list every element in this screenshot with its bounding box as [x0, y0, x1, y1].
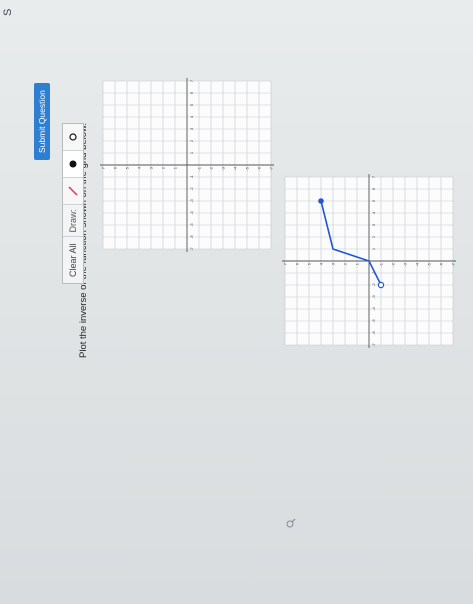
y-tick-label: 1	[173, 166, 178, 169]
y-tick-label: -7	[451, 262, 456, 266]
y-tick-label: -5	[245, 166, 250, 170]
y-tick-label: -2	[391, 262, 396, 266]
x-tick-label: 3	[189, 127, 194, 130]
y-tick-label: -3	[403, 262, 408, 266]
y-tick-label: 1	[355, 262, 360, 265]
x-tick-label: 2	[371, 235, 376, 238]
given-function-graph: -7 -6 -5 -4 -3 -2 -1 1 2 3 4 5 6 7 -7 -6 -5 -4 -3 -2 -1 1 2 3 4 5…	[278, 170, 460, 352]
y-tick-label: 2	[343, 262, 348, 265]
y-tick-label: 3	[331, 262, 336, 265]
y-tick-label: 6	[113, 166, 118, 169]
x-tick-label: 7	[371, 175, 376, 178]
x-tick-label: 2	[189, 139, 194, 142]
x-tick-label: 3	[371, 223, 376, 226]
y-tick-label: 7	[283, 262, 288, 265]
page: S Plot the inverse of the function shown…	[0, 0, 473, 604]
y-tick-label: 5	[125, 166, 130, 169]
x-tick-label: 6	[371, 187, 376, 190]
line-segment-tool[interactable]	[63, 177, 83, 205]
x-tick-label: -6	[371, 330, 376, 334]
y-tick-label: 5	[307, 262, 312, 265]
y-tick-label: 7	[101, 166, 106, 169]
submit-question-button[interactable]: Submit Question	[34, 83, 50, 160]
open-endpoint	[377, 281, 385, 289]
y-tick-label: -3	[221, 166, 226, 170]
magnify-icon[interactable]	[286, 518, 296, 528]
y-tick-label: -4	[233, 166, 238, 170]
y-tick-label: -1	[379, 262, 384, 266]
x-tick-label: -2	[189, 186, 194, 190]
x-tick-label: -3	[371, 294, 376, 298]
y-tick-label: -2	[209, 166, 214, 170]
x-tick-label: 4	[371, 211, 376, 214]
y-tick-label: 4	[137, 166, 142, 169]
draw-toolbar: Clear All Draw:	[62, 122, 84, 284]
x-tick-label: -1	[189, 174, 194, 178]
y-tick-label: -6	[257, 166, 262, 170]
x-tick-label: 7	[189, 79, 194, 82]
y-tick-label: -1	[197, 166, 202, 170]
y-tick-label: 3	[149, 166, 154, 169]
closed-endpoint	[318, 198, 324, 204]
y-tick-label: -5	[427, 262, 432, 266]
answer-graph[interactable]: -7 -6 -5 -4 -3 -2 -1 1 2 3 4 5 6 7 -7 -6 -5 -4 -3 -2 -1 1 2 3 4 5…	[96, 74, 278, 256]
x-tick-label: -5	[371, 318, 376, 322]
x-tick-label: 6	[189, 91, 194, 94]
x-tick-label: -6	[189, 234, 194, 238]
x-tick-label: -5	[189, 222, 194, 226]
x-tick-label: -2	[371, 282, 376, 286]
corner-mark: S	[2, 8, 14, 16]
y-tick-label: 2	[161, 166, 166, 169]
y-tick-label: -7	[269, 166, 274, 170]
open-dot-icon	[69, 133, 77, 141]
x-tick-label: -7	[189, 246, 194, 250]
filled-dot-icon	[69, 160, 77, 168]
y-tick-label: -6	[439, 262, 444, 266]
y-tick-label: -4	[415, 262, 420, 266]
y-tick-label: 6	[295, 262, 300, 265]
x-tick-label: 5	[189, 103, 194, 106]
x-tick-label: -4	[371, 306, 376, 310]
open-dot-tool[interactable]	[63, 123, 83, 151]
x-tick-label: 5	[371, 199, 376, 202]
line-segment-icon	[68, 186, 78, 196]
x-tick-label: -3	[189, 198, 194, 202]
x-tick-label: 1	[189, 151, 194, 154]
x-tick-label: -7	[371, 342, 376, 346]
filled-dot-tool[interactable]	[63, 150, 83, 178]
x-tick-label: 1	[371, 247, 376, 250]
y-tick-label: 4	[319, 262, 324, 265]
x-tick-label: -4	[189, 210, 194, 214]
x-tick-label: 4	[189, 115, 194, 118]
clear-all-button[interactable]: Clear All	[63, 236, 83, 283]
draw-label: Draw:	[68, 208, 78, 233]
